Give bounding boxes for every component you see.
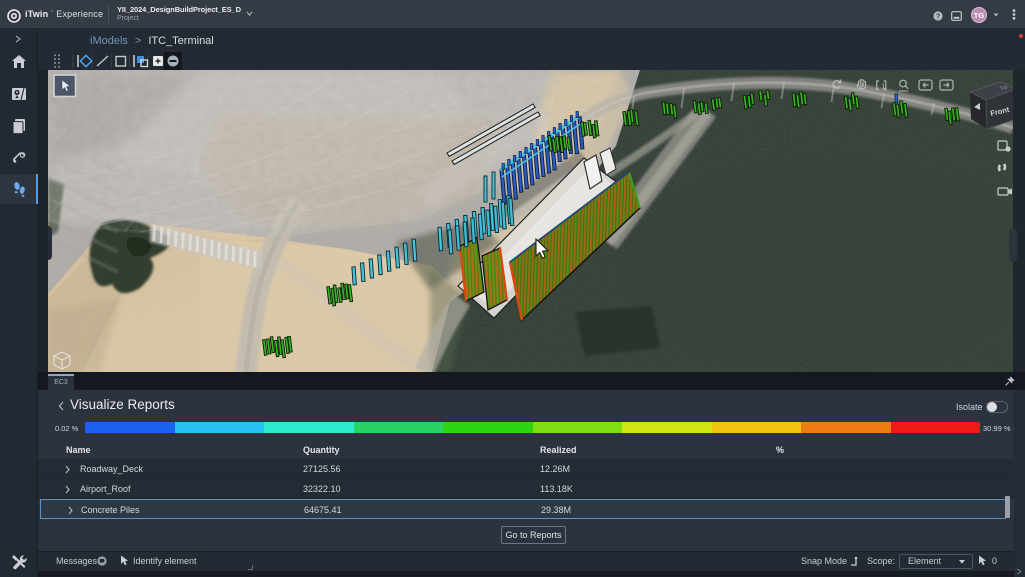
svg-text:1: 1 — [882, 84, 886, 91]
svg-text:?: ? — [936, 13, 940, 20]
